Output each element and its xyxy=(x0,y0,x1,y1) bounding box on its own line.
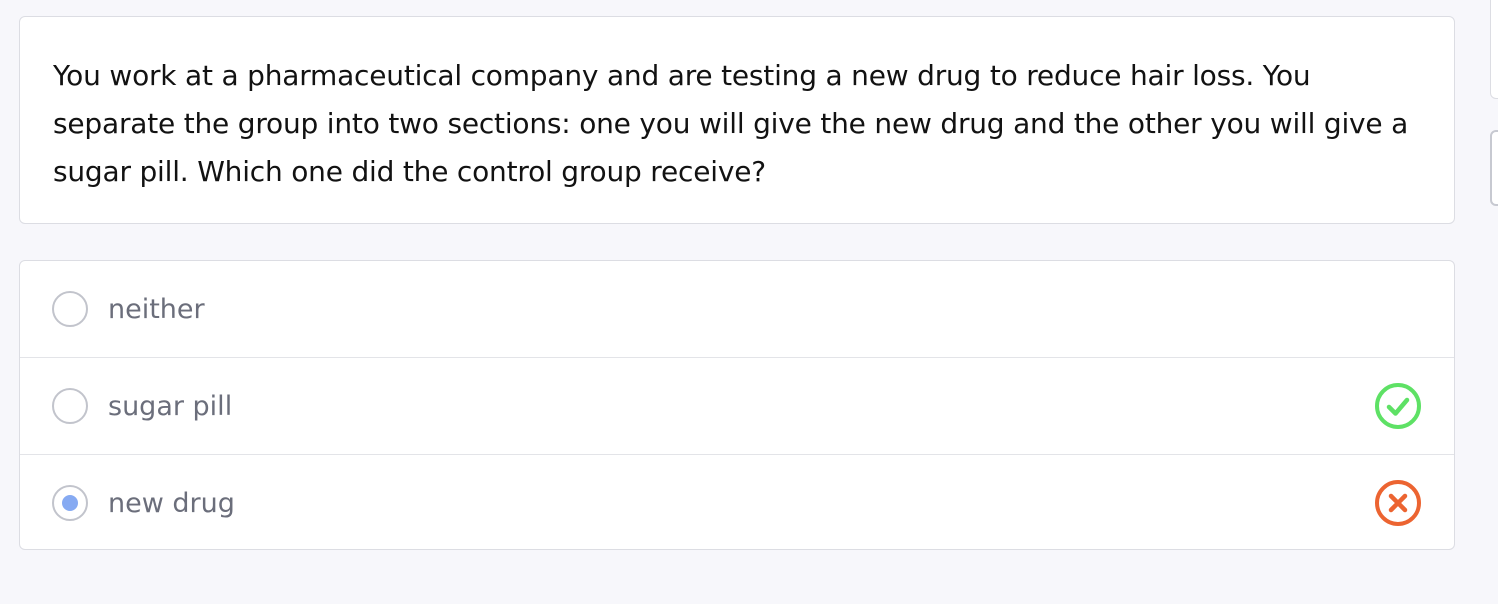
answer-options: neither sugar pill new drug xyxy=(19,260,1455,550)
option-sugar-pill[interactable]: sugar pill xyxy=(20,358,1454,455)
check-circle-icon xyxy=(1375,383,1421,429)
radio-button-selected[interactable] xyxy=(52,485,88,521)
question-text: You work at a pharmaceutical company and… xyxy=(53,59,1409,188)
option-neither[interactable]: neither xyxy=(20,261,1454,358)
option-label: neither xyxy=(108,293,205,325)
side-button[interactable] xyxy=(1490,130,1498,206)
option-new-drug[interactable]: new drug xyxy=(20,455,1454,549)
side-panel xyxy=(1490,0,1498,99)
side-panel-edge xyxy=(1490,0,1498,604)
x-circle-icon xyxy=(1375,480,1421,526)
radio-button[interactable] xyxy=(52,291,88,327)
question-card: You work at a pharmaceutical company and… xyxy=(19,16,1455,224)
option-label: new drug xyxy=(108,487,235,519)
option-label: sugar pill xyxy=(108,390,233,422)
radio-selected-dot xyxy=(62,495,78,511)
radio-button[interactable] xyxy=(52,388,88,424)
